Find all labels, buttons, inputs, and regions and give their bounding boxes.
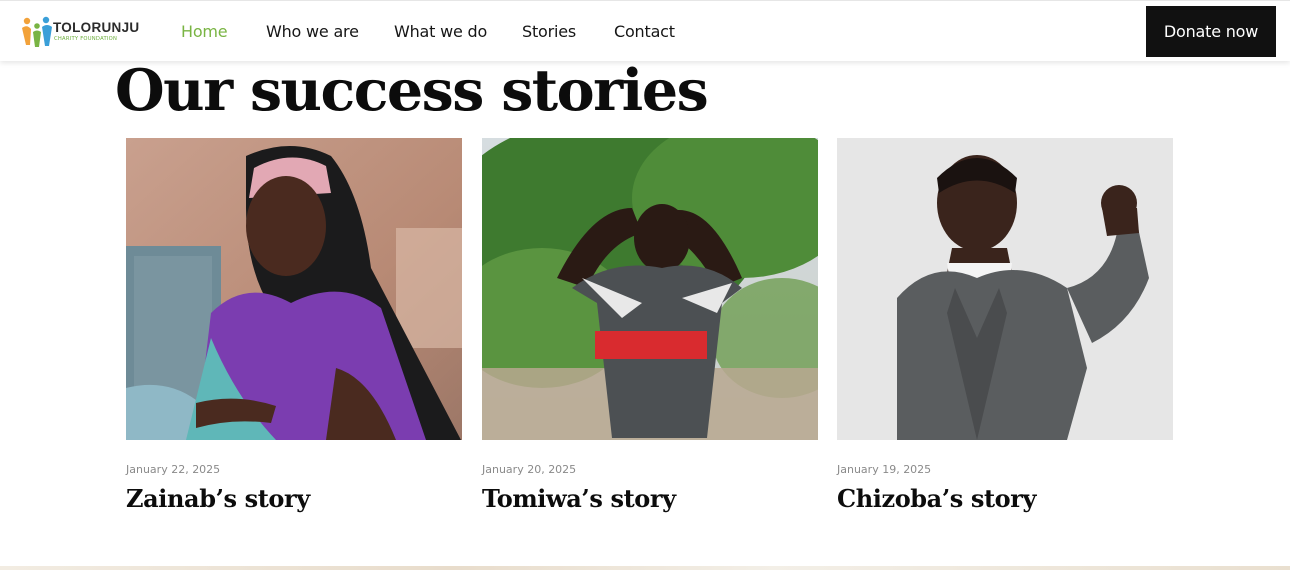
nav-home[interactable]: Home xyxy=(181,22,228,41)
nav-what-we-do[interactable]: What we do xyxy=(394,22,487,41)
story-title[interactable]: Chizoba’s story xyxy=(837,484,1036,513)
page-title: Our success stories xyxy=(115,57,709,124)
story-title[interactable]: Tomiwa’s story xyxy=(482,484,676,513)
story-photo-chizoba[interactable] xyxy=(837,138,1173,440)
nav-stories[interactable]: Stories xyxy=(522,22,576,41)
story-photo-tomiwa[interactable] xyxy=(482,138,818,440)
logo-tagline: CHARITY FOUNDATION xyxy=(54,36,118,42)
story-title[interactable]: Zainab’s story xyxy=(126,484,310,513)
donate-button[interactable]: Donate now xyxy=(1146,6,1276,57)
logo-people-icon xyxy=(22,16,52,47)
next-section-edge xyxy=(0,566,1290,570)
story-date: January 20, 2025 xyxy=(482,463,577,476)
nav-who-we-are[interactable]: Who we are xyxy=(266,22,359,41)
story-date: January 19, 2025 xyxy=(837,463,932,476)
site-header: TOLORUNJU CHARITY FOUNDATION Home Who we… xyxy=(0,0,1290,61)
nav-contact[interactable]: Contact xyxy=(614,22,675,41)
site-logo[interactable]: TOLORUNJU CHARITY FOUNDATION xyxy=(21,15,139,49)
story-date: January 22, 2025 xyxy=(126,463,221,476)
story-photo-zainab[interactable] xyxy=(126,138,462,440)
logo-wordmark: TOLORUNJU xyxy=(53,20,140,35)
